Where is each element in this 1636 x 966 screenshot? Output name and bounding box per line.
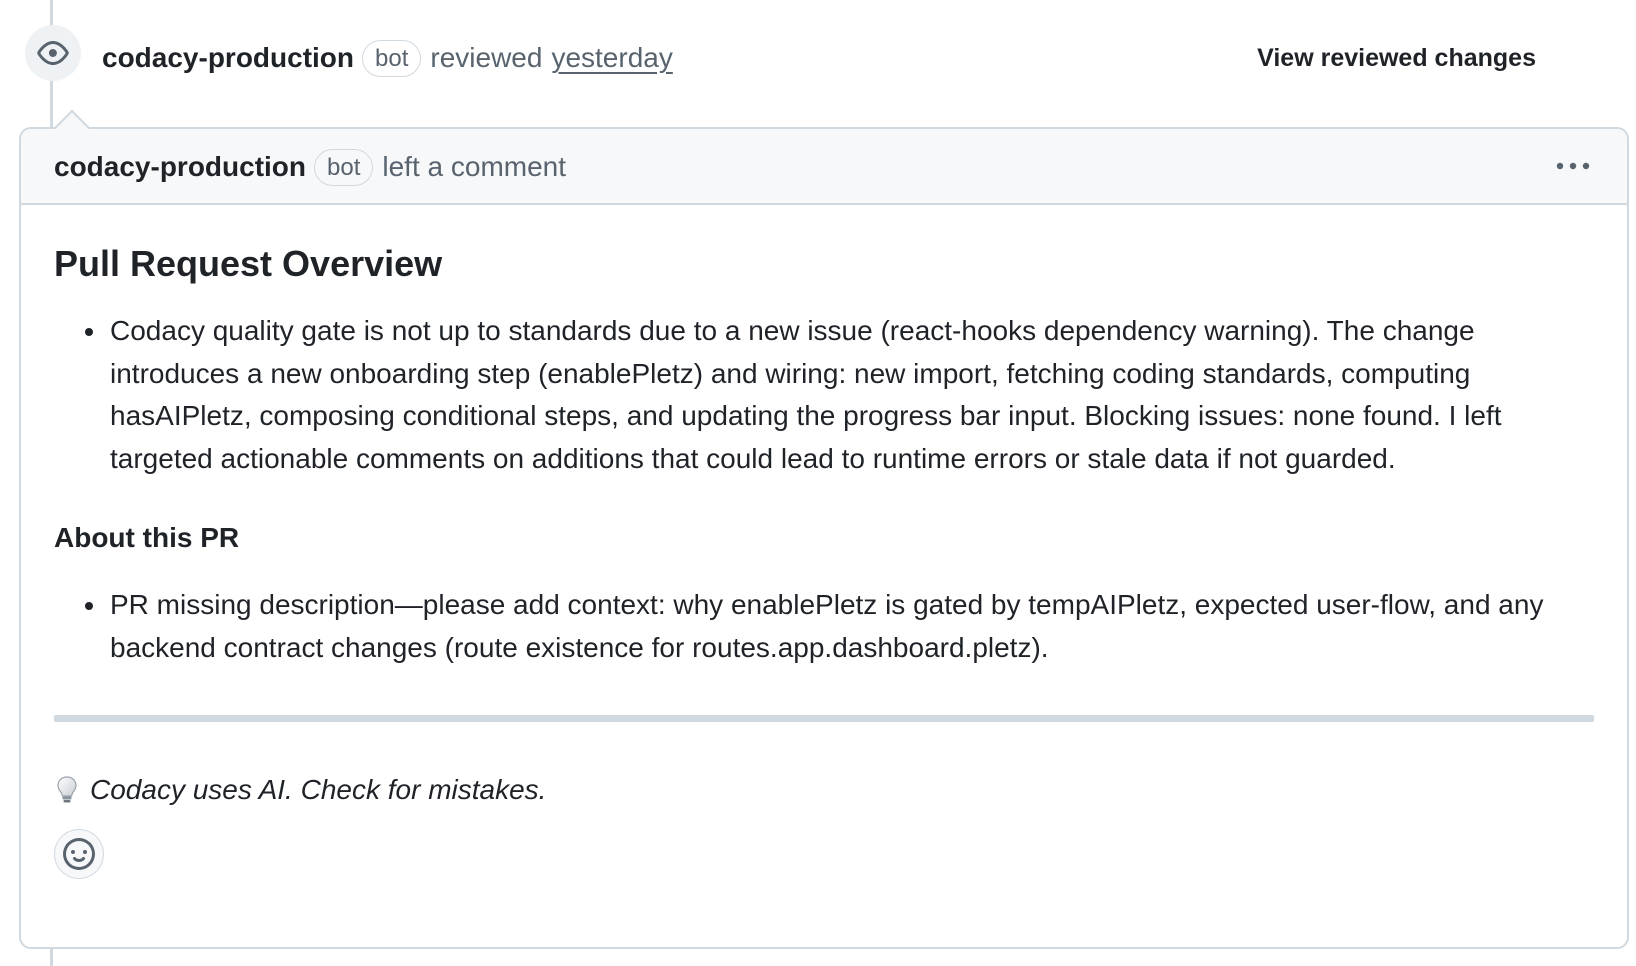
view-reviewed-changes-link[interactable]: View reviewed changes xyxy=(1257,38,1536,78)
comment-summary: codacy-production bot left a comment xyxy=(54,147,566,187)
review-summary: codacy-production bot reviewed yesterday xyxy=(102,38,673,78)
eye-icon xyxy=(25,25,81,81)
about-heading: About this PR xyxy=(54,522,240,553)
bot-badge: bot xyxy=(362,39,422,77)
about-list: PR missing description—please add contex… xyxy=(54,584,1594,669)
horizontal-rule xyxy=(54,715,1594,722)
comment-action-text: left a comment xyxy=(382,151,567,182)
review-timestamp-link[interactable]: yesterday xyxy=(551,42,672,74)
overview-heading: Pull Request Overview xyxy=(54,243,443,284)
smiley-icon[interactable] xyxy=(54,829,104,879)
kebab-horizontal-icon[interactable] xyxy=(1553,153,1593,179)
review-event-header: codacy-production bot reviewed yesterday… xyxy=(0,0,1636,110)
disclaimer-text: Codacy uses AI. Check for mistakes. xyxy=(90,774,547,805)
review-comment: codacy-production bot left a comment Pul… xyxy=(19,109,1629,949)
comment-header: codacy-production bot left a comment xyxy=(21,129,1627,205)
list-item: Codacy quality gate is not up to standar… xyxy=(54,310,1594,480)
overview-list: Codacy quality gate is not up to standar… xyxy=(54,310,1594,480)
list-item: PR missing description—please add contex… xyxy=(54,584,1594,669)
light-bulb-icon xyxy=(54,775,80,805)
ai-disclaimer: Codacy uses AI. Check for mistakes. xyxy=(54,774,1594,806)
comment-body: Pull Request Overview Codacy quality gat… xyxy=(54,242,1594,806)
review-action-text: reviewed xyxy=(430,42,543,73)
bot-badge: bot xyxy=(314,148,374,186)
review-author-link[interactable]: codacy-production xyxy=(102,42,354,74)
comment-author-link[interactable]: codacy-production xyxy=(54,151,306,183)
